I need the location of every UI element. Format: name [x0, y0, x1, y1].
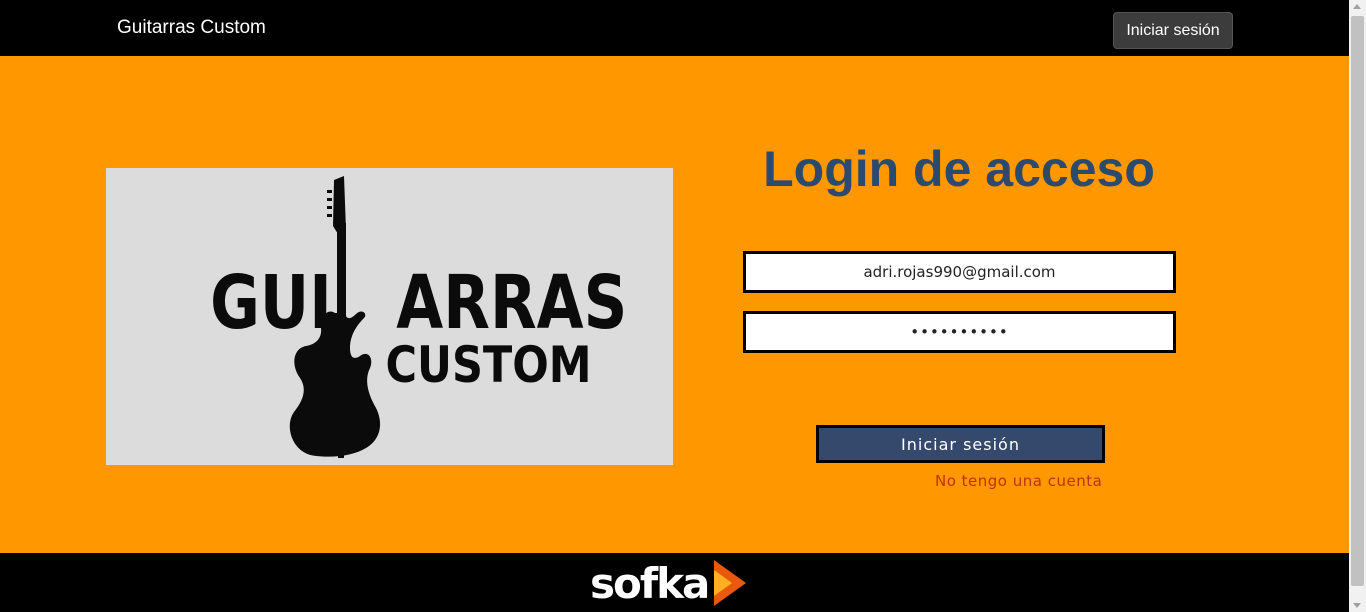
nav-login-button[interactable]: Iniciar sesión [1113, 12, 1233, 49]
password-input[interactable] [743, 311, 1176, 353]
logo-text-right: ARRAS [396, 259, 627, 345]
main-content: GUI ARRAS CUSTOM Login de acceso Iniciar… [0, 56, 1349, 553]
logo-graphic: GUI ARRAS CUSTOM [210, 176, 627, 458]
sofka-logo-text: sofka [590, 558, 710, 608]
logo-text-left: GUI [210, 259, 332, 345]
brand-title[interactable]: Guitarras Custom [117, 17, 266, 39]
navbar: Guitarras Custom Iniciar sesión [0, 0, 1349, 56]
footer: sofka [0, 553, 1349, 612]
login-title: Login de acceso [763, 141, 1155, 197]
scroll-down-arrow-icon[interactable] [1353, 603, 1361, 608]
sofka-logo: sofka [590, 556, 748, 610]
scroll-thumb[interactable] [1351, 16, 1364, 586]
logo-text-custom: CUSTOM [386, 336, 592, 394]
scroll-up-arrow-icon[interactable] [1353, 4, 1361, 9]
play-arrow-icon [714, 560, 747, 606]
email-input[interactable] [743, 251, 1176, 293]
page-scrollbar[interactable] [1349, 0, 1366, 612]
login-submit-button[interactable]: Iniciar sesión [816, 425, 1105, 463]
no-account-link[interactable]: No tengo una cuenta [935, 472, 1102, 490]
guitarras-custom-logo: GUI ARRAS CUSTOM [106, 168, 673, 465]
